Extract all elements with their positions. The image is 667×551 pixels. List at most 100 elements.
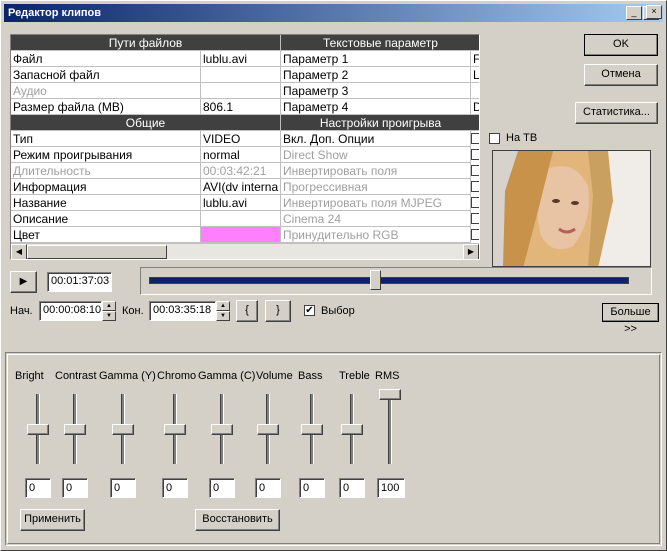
option-label: Direct Show <box>281 147 471 163</box>
properties-grid[interactable]: Пути файлов Текстовые параметр Файл lublu… <box>10 34 480 260</box>
general-row-value[interactable] <box>201 211 281 227</box>
eq-value-field[interactable]: 0 <box>299 478 325 498</box>
eq-slider-thumb[interactable] <box>211 424 233 435</box>
general-header: Общие <box>11 115 281 131</box>
param-row-value[interactable]: L <box>471 67 479 83</box>
file-row-label: Файл <box>11 51 201 67</box>
eq-slider-thumb[interactable] <box>64 424 86 435</box>
end-time-field[interactable]: 00:03:35:18 <box>149 301 216 321</box>
general-row-value[interactable]: normal <box>201 147 281 163</box>
file-row-value[interactable] <box>201 67 281 83</box>
spin-down-icon[interactable]: ▼ <box>216 311 230 321</box>
play-button[interactable]: ▶ <box>10 271 37 293</box>
eq-value-field[interactable]: 0 <box>339 478 365 498</box>
more-button[interactable]: Больше >> <box>602 303 659 335</box>
current-time-field[interactable]: 00:01:37:03 <box>47 272 112 292</box>
mark-in-button[interactable]: { <box>236 300 258 322</box>
file-row-value[interactable]: 806.1 <box>201 99 281 115</box>
timeline-thumb[interactable] <box>369 270 381 290</box>
param-row-value[interactable]: D <box>471 99 479 115</box>
start-spinner[interactable]: ▲ ▼ <box>102 301 116 321</box>
file-row[interactable]: Файл lublu.avi Параметр 1F <box>11 51 479 67</box>
option-checkbox[interactable] <box>471 197 479 208</box>
ok-button[interactable]: OK <box>584 34 658 56</box>
spin-up-icon[interactable]: ▲ <box>216 301 230 311</box>
option-checkbox[interactable] <box>471 229 479 240</box>
eq-label: Gamma (Y) <box>99 370 156 382</box>
general-row-label: Тип <box>11 131 201 147</box>
eq-slider-thumb[interactable] <box>257 424 279 435</box>
spin-down-icon[interactable]: ▼ <box>102 311 116 321</box>
general-row[interactable]: Цвет Принудительно RGB <box>11 227 479 243</box>
general-row[interactable]: Информация AVI(dv interna Прогрессивная <box>11 179 479 195</box>
option-label: Инвертировать поля MJPEG <box>281 195 471 211</box>
general-row[interactable]: Описание Cinema 24 <box>11 211 479 227</box>
general-row[interactable]: Тип VIDEO Вкл. Доп. Опции <box>11 131 479 147</box>
eq-value-field[interactable]: 0 <box>209 478 235 498</box>
start-time-field[interactable]: 00:00:08:10 <box>39 301 102 321</box>
scroll-right-icon[interactable]: ▶ <box>463 244 479 259</box>
general-row[interactable]: Режим проигрывания normal Direct Show <box>11 147 479 163</box>
file-row-value[interactable] <box>201 83 281 99</box>
option-checkbox[interactable] <box>471 149 479 160</box>
minimize-button[interactable]: _ <box>626 6 642 20</box>
mark-out-button[interactable]: } <box>265 300 291 322</box>
eq-slider-thumb[interactable] <box>301 424 323 435</box>
general-row-label: Описание <box>11 211 201 227</box>
file-row-value[interactable]: lublu.avi <box>201 51 281 67</box>
cancel-button[interactable]: Отмена <box>584 64 658 86</box>
eq-value-field[interactable]: 0 <box>25 478 51 498</box>
eq-label: Treble <box>339 370 370 382</box>
param-row-value[interactable] <box>471 83 479 99</box>
eq-slider-thumb[interactable] <box>164 424 186 435</box>
param-row-value[interactable]: F <box>471 51 479 67</box>
general-row[interactable]: Название lublu.avi Инвертировать поля MJPE… <box>11 195 479 211</box>
file-row[interactable]: Запасной файл Параметр 2L <box>11 67 479 83</box>
option-checkbox[interactable] <box>471 181 479 192</box>
general-row[interactable]: Длительность 00:03:42:21 Инвертировать пол… <box>11 163 479 179</box>
general-row-value[interactable]: VIDEO <box>201 131 281 147</box>
eq-slider-thumb[interactable] <box>341 424 363 435</box>
eq-value-field[interactable]: 0 <box>110 478 136 498</box>
eq-label: RMS <box>375 370 400 382</box>
option-label: Cinema 24 <box>281 211 471 227</box>
option-label: Вкл. Доп. Опции <box>281 131 471 147</box>
general-row-value[interactable]: 00:03:42:21 <box>201 163 281 179</box>
end-spinner[interactable]: ▲ ▼ <box>216 301 230 321</box>
grid-horizontal-scrollbar[interactable]: ◀ ▶ <box>11 243 479 259</box>
general-row-value[interactable]: AVI(dv interna <box>201 179 281 195</box>
eq-slider-thumb[interactable] <box>27 424 49 435</box>
eq-value-field[interactable]: 100 <box>377 478 405 498</box>
file-row-label: Запасной файл <box>11 67 201 83</box>
param-row-label: Параметр 1 <box>281 51 471 67</box>
general-row-value[interactable] <box>201 227 281 243</box>
stats-button[interactable]: Статистика... <box>575 102 658 124</box>
option-checkbox[interactable] <box>471 213 479 224</box>
eq-label: Contrast <box>55 370 97 382</box>
eq-value-field[interactable]: 0 <box>162 478 188 498</box>
spin-up-icon[interactable]: ▲ <box>102 301 116 311</box>
param-row-label: Параметр 4 <box>281 99 471 115</box>
general-row-value[interactable]: lublu.avi <box>201 195 281 211</box>
scroll-left-icon[interactable]: ◀ <box>11 244 27 259</box>
timeline-slider[interactable] <box>140 267 652 295</box>
title-bar: Редактор клипов <box>4 4 663 22</box>
eq-slider-thumb[interactable] <box>112 424 134 435</box>
on-tv-checkbox[interactable] <box>489 133 500 144</box>
window-title: Редактор клипов <box>8 7 102 19</box>
file-row[interactable]: Размер файла (MB)806.1Параметр 4D <box>11 99 479 115</box>
close-button[interactable]: × <box>646 5 662 19</box>
eq-slider-track[interactable] <box>388 394 392 464</box>
general-row-label: Режим проигрывания <box>11 147 201 163</box>
eq-value-field[interactable]: 0 <box>62 478 88 498</box>
restore-button[interactable]: Восстановить <box>195 509 280 531</box>
eq-value-field[interactable]: 0 <box>255 478 281 498</box>
scroll-thumb[interactable] <box>27 245 167 259</box>
option-checkbox[interactable] <box>471 165 479 176</box>
select-label: Выбор <box>321 305 355 317</box>
select-checkbox[interactable]: ✔ <box>304 305 315 316</box>
option-checkbox[interactable] <box>471 133 479 144</box>
file-row[interactable]: Аудио Параметр 3 <box>11 83 479 99</box>
eq-slider-thumb[interactable] <box>379 389 401 400</box>
apply-button[interactable]: Применить <box>20 509 85 531</box>
